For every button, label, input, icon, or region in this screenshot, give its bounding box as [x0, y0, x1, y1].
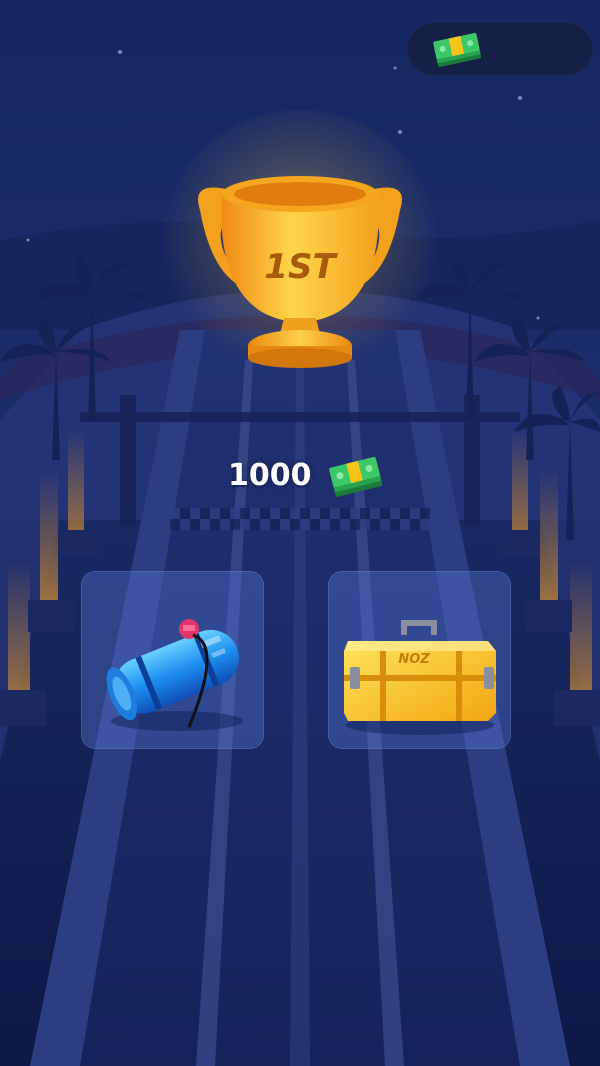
- blue-nitro-tank-icon: [106, 619, 243, 731]
- cash-stack-icon: [433, 33, 482, 67]
- reward-amount: 1000: [228, 458, 312, 493]
- crate-brand-label: NOZ: [398, 652, 430, 667]
- cash-stack-icon: [329, 456, 383, 497]
- reward-row: 1000: [0, 446, 600, 506]
- reward-card-loot-box[interactable]: NOZ: [328, 571, 511, 749]
- yellow-crate-icon: NOZ: [344, 620, 496, 735]
- reward-card-nitro-tank[interactable]: [81, 571, 264, 749]
- currency-balance: [407, 22, 593, 76]
- place-label: 1ST: [264, 247, 338, 287]
- gold-trophy-icon: 1ST: [198, 176, 402, 368]
